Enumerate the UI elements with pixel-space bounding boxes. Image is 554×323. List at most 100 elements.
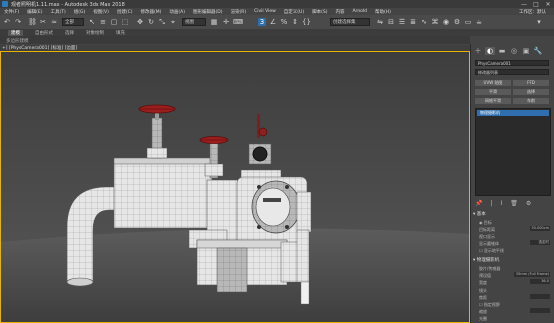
menu-tools[interactable]: 工具(T) [50, 9, 65, 15]
menu-view[interactable]: 视图(V) [93, 9, 109, 15]
window-crossing-icon[interactable]: ⬚ [121, 18, 129, 26]
schematic-view-icon[interactable]: ⌘ [431, 18, 439, 26]
maximize-button[interactable]: □ [530, 1, 542, 8]
display-tab-icon[interactable]: ▣ [521, 47, 531, 55]
rendered-frame-window-icon[interactable]: ▭ [464, 18, 472, 26]
remove-modifier-icon[interactable]: 🗑 [510, 200, 518, 208]
select-move-icon[interactable]: ✥ [136, 18, 144, 26]
spinner-snap-icon[interactable]: ⇕ [291, 18, 299, 26]
material-editor-icon[interactable]: ◉ [442, 18, 450, 26]
modifier-button-meshsmooth[interactable]: 网格平滑 [475, 98, 511, 104]
ribbon-toggle-icon[interactable]: ▾ [535, 18, 543, 26]
create-tab-icon[interactable]: ＋ [473, 47, 483, 55]
menu-arnold[interactable]: Arnold [352, 9, 367, 14]
ribbon-tab-populate[interactable]: 填充 [116, 30, 125, 36]
target-distance-spinner[interactable]: 30.000cm [530, 226, 550, 231]
width-spinner[interactable]: 36.0 [530, 279, 550, 284]
specify-fov-checkbox[interactable]: ☐ 指定视野 [479, 302, 500, 308]
close-button[interactable]: ✕ [542, 1, 554, 8]
placement-icon[interactable]: ⌖ [169, 18, 177, 26]
ribbon-tab-selection[interactable]: 选择 [65, 30, 74, 36]
target-label: 目标 [483, 220, 492, 225]
workspace-selector[interactable]: 工作区：默认 [519, 9, 546, 15]
menu-graph-editors[interactable]: 图形编辑器(D) [193, 9, 222, 15]
show-cone-dropdown[interactable]: 选定时 [530, 240, 550, 245]
menu-scripting[interactable]: 脚本(S) [312, 9, 327, 15]
modifier-button-smooth[interactable]: 平滑 [475, 89, 511, 95]
menu-civil-view[interactable]: Civil View [254, 9, 276, 14]
make-unique-icon[interactable]: Ⅰ [501, 200, 503, 208]
modify-tab-icon[interactable]: ◐ [485, 47, 495, 55]
modifier-list-dropdown[interactable]: 修改器列表 [475, 69, 549, 75]
motion-tab-icon[interactable]: ◎ [509, 47, 519, 55]
camera-viewport[interactable] [0, 51, 470, 323]
minimize-button[interactable]: — [518, 1, 530, 8]
ribbon-tab-modeling[interactable]: 建模 [8, 29, 23, 36]
undo-icon[interactable]: ↶ [3, 18, 11, 26]
render-production-icon[interactable]: ☕ [475, 18, 483, 26]
select-by-name-icon[interactable]: ≡ [99, 18, 107, 26]
menu-create[interactable]: 创建(C) [117, 9, 133, 15]
select-scale-icon[interactable]: ⤡ [158, 18, 166, 26]
menu-rendering[interactable]: 渲染(R) [230, 9, 246, 15]
pivot-center-icon[interactable]: ▦ [210, 18, 218, 26]
select-object-icon[interactable]: ↖ [88, 18, 96, 26]
basic-rollout-header[interactable]: ▾ 基本 [473, 212, 553, 218]
film-sensor-label: 胶片/传感器 [479, 266, 501, 271]
tank-body [113, 157, 213, 229]
menu-file[interactable]: 文件(F) [4, 9, 19, 15]
align-icon[interactable]: ⊟ [387, 18, 395, 26]
link-icon[interactable]: ⛓ [28, 18, 37, 26]
target-checkbox[interactable]: ◉ 目标 [479, 220, 492, 226]
menu-customize[interactable]: 自定义(U) [284, 9, 304, 15]
preset-dropdown[interactable]: 35mm (Full Frame) [514, 272, 550, 277]
toggle-scene-explorer-icon[interactable]: ☰ [398, 18, 406, 26]
menu-edit[interactable]: 编辑(E) [27, 9, 42, 15]
utilities-tab-icon[interactable]: 🔧 [533, 47, 543, 55]
menu-animation[interactable]: 动画(A) [169, 9, 185, 15]
render-setup-icon[interactable]: ⚙ [453, 18, 461, 26]
aperture-label: 光圈 [479, 316, 487, 321]
zoom-spinner[interactable] [530, 308, 550, 313]
modifier-button-uvw[interactable]: UVW 贴图 [475, 80, 511, 86]
menu-content[interactable]: 内容 [335, 9, 344, 15]
keyboard-shortcut-override-icon[interactable]: ⌨ [233, 18, 243, 26]
named-selection-sets-dropdown[interactable]: 创建选择集 [330, 18, 370, 26]
toggle-layer-explorer-icon[interactable]: ≣ [409, 18, 417, 26]
modifier-button-select[interactable]: 选择 [513, 89, 549, 95]
ribbon-tab-freeform[interactable]: 自由形式 [35, 30, 53, 36]
unlink-icon[interactable]: ✂ [39, 18, 47, 26]
menu-help[interactable]: 帮助(H) [375, 9, 391, 15]
modifier-button-ffd[interactable]: FFD [513, 80, 549, 86]
menu-group[interactable]: 组(G) [74, 9, 86, 15]
modifier-button-lathe[interactable]: 车削 [513, 98, 549, 104]
reference-coordinate-dropdown[interactable]: 视图 [182, 18, 206, 26]
snaps-toggle-icon[interactable]: 3 [258, 18, 266, 26]
selection-filter-dropdown[interactable]: 全部 [62, 18, 84, 26]
edit-named-selection-icon[interactable]: {} [302, 18, 311, 26]
physical-camera-rollout-header[interactable]: ▾ 物理摄影机 [473, 258, 553, 264]
pin-stack-icon[interactable]: 📌 [475, 200, 482, 208]
angle-snap-icon[interactable]: ∠ [269, 18, 277, 26]
main-toolbar: ↶ ↷ ⛓ ✂ ≈ 全部 ↖ ≡ ▢ ⬚ ✥ ↻ ⤡ ⌖ 视图 ▦ ✛ ⌨ 3 … [0, 15, 554, 30]
bind-space-warp-icon[interactable]: ≈ [50, 18, 58, 26]
hierarchy-tab-icon[interactable]: ▬ [497, 47, 507, 55]
select-manipulate-icon[interactable]: ✛ [222, 18, 230, 26]
redo-icon[interactable]: ↷ [14, 18, 22, 26]
modifier-stack[interactable]: 物理摄影机 [475, 108, 551, 196]
stack-item-physical-camera[interactable]: 物理摄影机 [477, 110, 549, 116]
menu-modifiers[interactable]: 修改器(M) [140, 9, 161, 15]
curve-editor-icon[interactable]: ∿ [420, 18, 428, 26]
percent-snap-icon[interactable]: % [280, 18, 288, 26]
rectangular-selection-icon[interactable]: ▢ [110, 18, 118, 26]
object-name-field[interactable]: PhysCamera001 [475, 60, 549, 66]
show-horizon-checkbox[interactable]: ☐ 显示地平线 [479, 248, 504, 254]
configure-modifier-sets-icon[interactable]: ⚙ [526, 200, 531, 208]
focal-length-spinner[interactable] [530, 294, 550, 299]
select-rotate-icon[interactable]: ↻ [147, 18, 155, 26]
mirror-icon[interactable]: ⇋ [376, 18, 384, 26]
width-label: 宽度 [479, 280, 487, 285]
show-end-result-icon[interactable]: | [490, 200, 492, 208]
command-panel-tabs: ＋ ◐ ▬ ◎ ▣ 🔧 [473, 47, 551, 56]
ribbon-tab-object-paint[interactable]: 对象绘制 [86, 30, 104, 36]
